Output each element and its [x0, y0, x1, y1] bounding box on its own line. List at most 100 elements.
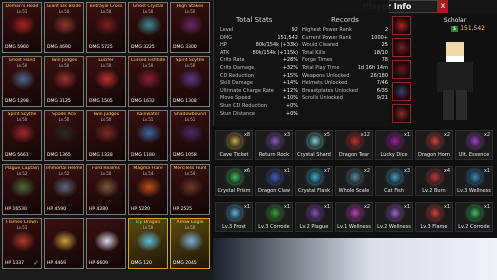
game-screen: { "window":{"title":"Player Info","close…	[0, 0, 497, 280]
item-art-icon	[137, 177, 161, 197]
equipment-card[interactable]: Spirit Scythe Lv.50 DMG 1308	[170, 56, 210, 107]
equipment-card[interactable]: Betrayal Cross Lv.50 DMG 5725	[86, 2, 126, 53]
records-heading: Records	[331, 16, 359, 24]
inventory-item[interactable]: x4 Lv.2 Burn	[415, 166, 453, 196]
equipment-card[interactable]: Demon's Head Lv.51 DMG 5960	[2, 2, 42, 53]
equipped-slot-icon[interactable]	[392, 16, 411, 35]
card-stat: DMG 1632	[131, 99, 155, 104]
inventory-item[interactable]: x1 Lv.2 Wellness	[375, 202, 413, 232]
card-stat: HP 4280	[89, 207, 108, 212]
inventory-item[interactable]: x12 Dragon Tear	[335, 130, 373, 160]
item-quantity: x2	[483, 132, 490, 138]
equipment-card[interactable]: Spirit Scythe Lv.50 DMG 5661	[2, 110, 42, 161]
inventory-item[interactable]: x1 Lv.2 Corrode	[455, 202, 493, 232]
equipment-card[interactable]: Twin Judges Lv.50 DMG 1328	[86, 110, 126, 161]
close-button[interactable]: x	[438, 0, 448, 13]
inventory-item[interactable]: x1 Dragon Claw	[255, 166, 293, 196]
equipment-card[interactable]: Arrow Eagle Lv.50 DMG 2045	[170, 218, 210, 269]
equipment-card[interactable]: Flames Crown Lv.51 HP 1337 ✓	[2, 218, 42, 269]
item-label: Return Rock	[258, 152, 290, 158]
background-blur	[213, 238, 497, 280]
card-level: Lv.52	[16, 171, 28, 176]
inventory-item[interactable]: x3 Cat Fish	[375, 166, 413, 196]
inventory-item[interactable]: x1 Lv.3 Wellness	[455, 166, 493, 196]
inventory-item[interactable]: x7 Crystal Flask	[295, 166, 333, 196]
equipped-slot-icon[interactable]	[392, 38, 411, 57]
equipment-card[interactable]: Cursed Fishtide Lv.50 DMG 1632	[128, 56, 168, 107]
inventory-item[interactable]: x5 Crystal Shard	[295, 130, 333, 160]
record-key: Total Kills	[302, 49, 326, 56]
equipped-slot-icon[interactable]	[392, 104, 411, 123]
item-art-icon	[95, 231, 119, 251]
stat-value: 151,542	[277, 34, 298, 41]
item-quantity: x1	[243, 204, 250, 210]
equipment-card[interactable]: Twin Judges Lv.50 DMG 3125	[44, 56, 84, 107]
record-value: 25	[381, 42, 388, 49]
equipment-card[interactable]: Plague Captain Lv.52 HP 16530	[2, 164, 42, 215]
inventory-item[interactable]: x2 Whole Scale	[335, 166, 373, 196]
card-level: Lv.52	[58, 171, 70, 176]
record-row: Total Play Time 1d 16h 14m	[302, 65, 388, 71]
equipment-card[interactable]: Ghost Hand Lv.50 DMG 1298	[2, 56, 42, 107]
card-level: Lv.50	[100, 63, 112, 68]
inventory-item[interactable]: x8 Cave Ticket	[215, 130, 253, 160]
material-icon	[268, 134, 282, 148]
inventory-item[interactable]: x6 Crystal Prism	[215, 166, 253, 196]
card-stat: DMG 2045	[173, 261, 197, 266]
bottom-bar	[0, 270, 213, 280]
stat-key: Skill Damage	[220, 80, 253, 87]
inventory-item[interactable]: x2 Ult. Essence	[455, 130, 493, 160]
inventory-item[interactable]: x1 Lv.3 Corrode	[255, 202, 293, 232]
equipment-card[interactable]: HP 6609	[86, 218, 126, 269]
card-stat: HP 6609	[89, 261, 108, 266]
record-key: Forge Times	[302, 57, 333, 64]
record-row: Forge Times 78	[302, 57, 388, 63]
card-stat: DMG 5661	[5, 153, 29, 158]
item-label: Dragon Tear	[338, 152, 370, 158]
card-level: Lv.51	[184, 117, 196, 122]
equipped-slot-icon[interactable]	[392, 60, 411, 79]
material-icon	[388, 134, 402, 148]
stat-value: +28%	[282, 57, 298, 64]
equipment-card[interactable]: Ghost Crystal Lv.50 DMG 3225	[128, 2, 168, 53]
item-art-icon	[137, 123, 161, 143]
stat-row: ATK 80k/154k (+115k)	[220, 50, 298, 56]
record-row: Total Kills 18/10	[302, 50, 388, 56]
item-quantity: x8	[243, 132, 250, 138]
material-icon	[348, 206, 362, 220]
equipment-card[interactable]: High Stakes Lv.50 DMG 3300	[170, 2, 210, 53]
item-quantity: x12	[360, 132, 370, 138]
inventory-item[interactable]: x1 Lv.2 Plague	[295, 202, 333, 232]
inventory-item[interactable]: x1 Lv.3 Frost	[215, 202, 253, 232]
item-art-icon	[137, 69, 161, 89]
record-key: Breastplates Unlocked	[302, 87, 358, 94]
inventory-item[interactable]: x3 Return Rock	[255, 130, 293, 160]
item-label: Lv.2 Wellness	[377, 224, 411, 230]
inventory-item[interactable]: x1 Lucky Dice	[375, 130, 413, 160]
item-label: Lv.2 Plague	[299, 224, 329, 230]
card-stat: DMG 3225	[131, 45, 155, 50]
equipment-card[interactable]: Shadowbound Lv.51 DMG 1058	[170, 110, 210, 161]
equipment-card[interactable]: Spade Ace Lv.50 DMG 1365	[44, 110, 84, 161]
equipment-card[interactable]: HP 4469	[44, 218, 84, 269]
inventory-item[interactable]: x2 Lv.1 Wellness	[335, 202, 373, 232]
card-level: Lv.50	[58, 9, 70, 14]
item-art-icon	[95, 177, 119, 197]
equipment-card[interactable]: Immortal Helmet Lv.52 HP 4590	[44, 164, 84, 215]
equipment-card[interactable]: Magma Flare Lv.54 HP 5220	[128, 164, 168, 215]
equipment-card[interactable]: Lucifer Lv.50 DMG 1505	[86, 56, 126, 107]
equipment-card[interactable]: Icy Dragon Lv.50 DMG 120	[128, 218, 168, 269]
equipment-card[interactable]: Merciless Hunt Lv.54 HP 2525	[170, 164, 210, 215]
material-icon	[308, 134, 322, 148]
equipment-card[interactable]: Giant Elk Blade Lv.50 DMG 4690	[44, 2, 84, 53]
inventory-item[interactable]: x1 Lv.3 Flame	[415, 202, 453, 232]
equipped-slot-icon[interactable]	[392, 82, 411, 101]
item-art-icon	[53, 15, 77, 35]
card-stat: DMG 1298	[5, 99, 29, 104]
card-stat: HP 1337	[5, 261, 24, 266]
card-stat: DMG 4690	[47, 45, 71, 50]
inventory-item[interactable]: x2 Dragon Horn	[415, 130, 453, 160]
equipment-card[interactable]: Rainwater Lv.51 DMG 1180	[128, 110, 168, 161]
item-art-icon	[137, 15, 161, 35]
equipment-card[interactable]: Ford Realms Lv.50 HP 4280	[86, 164, 126, 215]
